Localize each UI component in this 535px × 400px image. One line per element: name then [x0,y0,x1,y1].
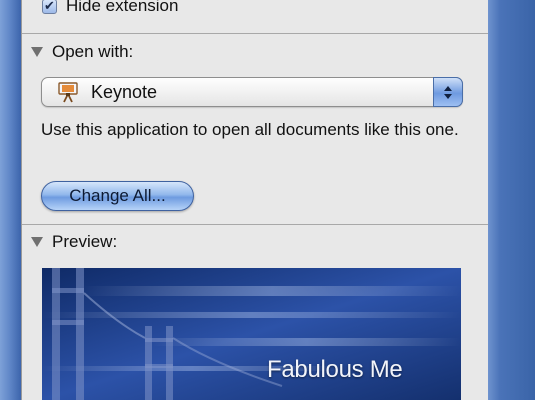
application-popup[interactable]: Keynote [41,77,463,107]
preview-image: Fabulous Me [42,268,461,400]
open-with-header[interactable]: Open with: [31,41,133,63]
popup-arrows-icon[interactable] [433,77,463,107]
selected-application: Keynote [91,82,158,102]
desktop-background-right [488,0,535,400]
open-with-description: Use this application to open all documen… [41,120,459,139]
keynote-icon [58,82,78,103]
hide-extension-row[interactable]: ✔ Hide extension [42,0,178,18]
section-divider [22,33,488,34]
disclosure-triangle-icon[interactable] [31,47,43,57]
hide-extension-checkbox[interactable]: ✔ [42,0,57,14]
open-with-label: Open with: [52,42,134,61]
hide-extension-label: Hide extension [66,0,179,15]
preview-label: Preview: [52,232,118,251]
preview-header[interactable]: Preview: [31,231,117,253]
preview-slide-title: Fabulous Me [267,356,403,383]
section-divider [22,224,488,225]
disclosure-triangle-icon[interactable] [31,237,43,247]
info-panel: ✔ Hide extension Open with: Keynote Use … [21,0,489,400]
change-all-button[interactable]: Change All... [41,181,194,211]
